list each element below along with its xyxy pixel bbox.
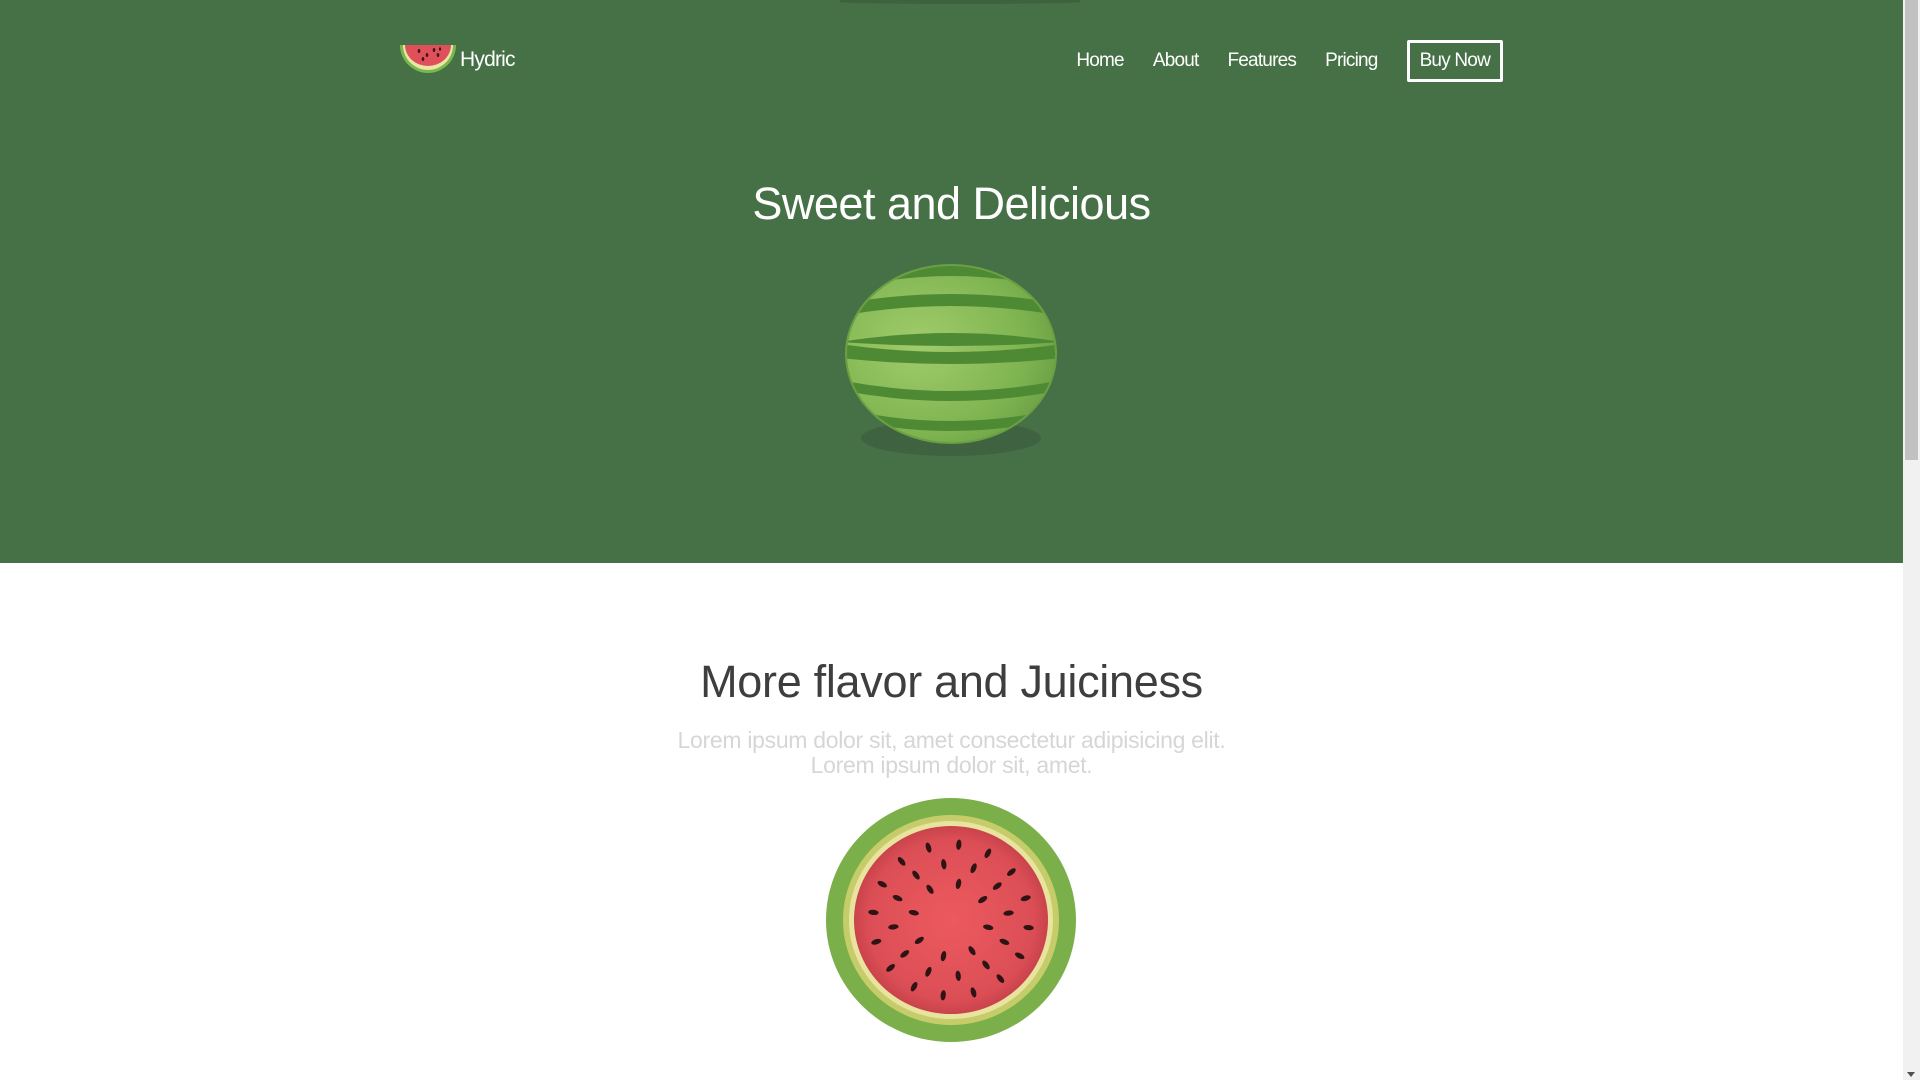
features-title: More flavor and Juiciness bbox=[700, 656, 1203, 707]
hero-title: Sweet and Delicious bbox=[752, 178, 1151, 229]
scroll-down-arrow-icon[interactable] bbox=[1907, 1072, 1915, 1077]
navbar: Hydric Home About Features Pricing Buy N… bbox=[0, 0, 1903, 122]
nav-links: Home About Features Pricing Buy Now bbox=[1076, 40, 1503, 82]
watermelon-slice-icon bbox=[400, 45, 456, 73]
hero-section: Hydric Home About Features Pricing Buy N… bbox=[0, 0, 1903, 563]
nav-pricing-link[interactable]: Pricing bbox=[1325, 50, 1378, 72]
brand-name: Hydric bbox=[460, 48, 516, 71]
nav-home-link[interactable]: Home bbox=[1076, 50, 1124, 72]
nav-features-link[interactable]: Features bbox=[1227, 50, 1296, 72]
features-subtitle: Lorem ipsum dolor sit, amet consectetur … bbox=[0, 728, 1903, 778]
whole-watermelon-icon bbox=[845, 264, 1057, 456]
browser-viewport: Hydric Home About Features Pricing Buy N… bbox=[0, 0, 1903, 1080]
features-subtitle-line: Lorem ipsum dolor sit, amet consectetur … bbox=[677, 727, 1226, 753]
buy-now-button[interactable]: Buy Now bbox=[1406, 40, 1503, 82]
scrollbar-thumb[interactable] bbox=[1905, 0, 1918, 460]
watermelon-cross-section-icon bbox=[826, 798, 1076, 1042]
features-subtitle-line: Lorem ipsum dolor sit, amet. bbox=[810, 752, 1093, 778]
nav-about-link[interactable]: About bbox=[1153, 50, 1199, 72]
page: Hydric Home About Features Pricing Buy N… bbox=[0, 0, 1920, 1080]
brand-link[interactable]: Hydric bbox=[399, 40, 516, 80]
vertical-scrollbar[interactable] bbox=[1903, 0, 1920, 1080]
